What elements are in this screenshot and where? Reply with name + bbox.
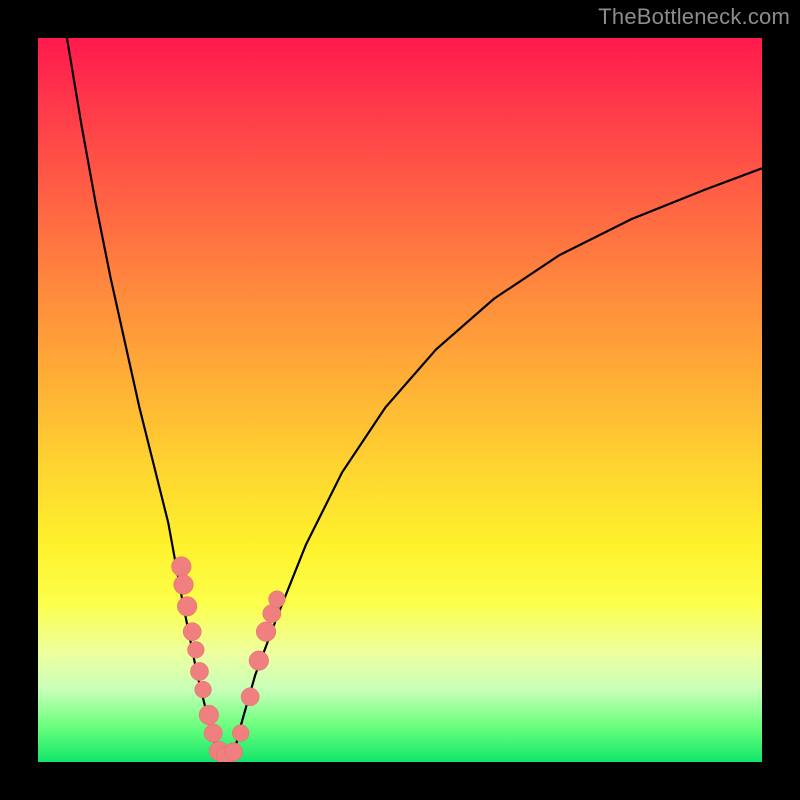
data-marker xyxy=(256,622,276,642)
chart-svg xyxy=(38,38,762,762)
curve-group xyxy=(67,38,762,755)
chart-frame: TheBottleneck.com xyxy=(0,0,800,800)
data-marker xyxy=(249,651,269,671)
data-marker xyxy=(190,662,208,680)
data-markers xyxy=(172,557,286,762)
data-marker xyxy=(269,591,286,608)
data-marker xyxy=(241,688,259,706)
data-marker xyxy=(224,743,242,761)
data-marker xyxy=(177,597,197,617)
data-marker xyxy=(187,641,204,658)
plot-area xyxy=(38,38,762,762)
data-marker xyxy=(195,681,212,698)
data-marker xyxy=(172,557,192,577)
data-marker xyxy=(232,725,249,742)
data-marker xyxy=(199,705,219,725)
data-marker xyxy=(183,623,201,641)
watermark-text: TheBottleneck.com xyxy=(598,4,790,30)
data-marker xyxy=(174,575,194,595)
data-marker xyxy=(204,724,222,742)
bottleneck-curve xyxy=(67,38,762,755)
